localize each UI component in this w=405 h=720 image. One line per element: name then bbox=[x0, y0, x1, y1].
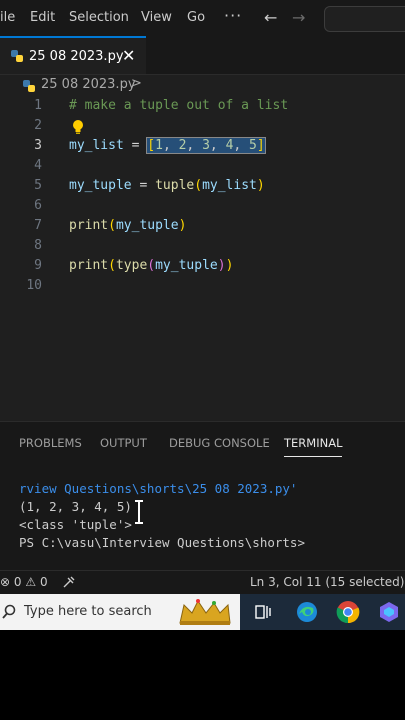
code-text: my_list = [1, 2, 3, 4, 5] bbox=[69, 137, 266, 154]
menu-view[interactable]: View bbox=[141, 10, 172, 25]
python-file-icon bbox=[10, 48, 24, 67]
code-line: 1 # make a tuple out of a list bbox=[0, 96, 405, 116]
error-count: 0 bbox=[13, 575, 22, 589]
python-file-icon bbox=[22, 79, 36, 97]
forward-arrow-icon[interactable]: → bbox=[292, 8, 305, 27]
terminal-line: <class 'tuple'> bbox=[19, 517, 132, 532]
code-line: 6 bbox=[0, 196, 405, 216]
status-bar: ⊗ 0 ⚠ 0 Ln 3, Col 11 (15 selected) bbox=[0, 570, 405, 595]
line-number: 5 bbox=[34, 178, 42, 193]
taskbar-search[interactable]: Type here to search bbox=[0, 594, 240, 630]
line-number: 10 bbox=[26, 278, 42, 293]
code-line: 9 print(type(my_tuple)) bbox=[0, 256, 405, 276]
edge-browser-icon[interactable] bbox=[295, 600, 319, 628]
task-view-icon[interactable] bbox=[254, 603, 272, 625]
app-icon[interactable] bbox=[377, 600, 401, 628]
line-number: 4 bbox=[34, 158, 42, 173]
code-line: 2 bbox=[0, 116, 405, 136]
menu-edit[interactable]: Edit bbox=[30, 10, 55, 25]
tab-debug-console[interactable]: DEBUG CONSOLE bbox=[169, 436, 270, 450]
terminal-output[interactable]: rview Questions\shorts\25 08 2023.py' (1… bbox=[19, 480, 305, 552]
menu-file[interactable]: ile bbox=[0, 10, 15, 25]
command-center-search[interactable] bbox=[324, 6, 405, 32]
code-comment: # make a tuple out of a list bbox=[69, 98, 289, 113]
warning-count: 0 bbox=[39, 575, 48, 589]
code-line: 8 bbox=[0, 236, 405, 256]
line-number: 8 bbox=[34, 238, 42, 253]
status-problems[interactable]: ⊗ 0 ⚠ 0 bbox=[0, 575, 48, 589]
mouse-cursor-icon bbox=[135, 500, 143, 524]
lightbulb-icon[interactable] bbox=[71, 119, 85, 139]
editor-tab-active[interactable]: 25 08 2023.py ✕ bbox=[0, 36, 146, 74]
code-editor[interactable]: 1 # make a tuple out of a list 2 3 my_li… bbox=[0, 96, 405, 421]
code-line: 5 my_tuple = tuple(my_list) bbox=[0, 176, 405, 196]
line-number: 2 bbox=[34, 118, 42, 133]
terminal-line: (1, 2, 3, 4, 5) bbox=[19, 499, 132, 514]
back-arrow-icon[interactable]: ← bbox=[264, 8, 277, 27]
line-number: 3 bbox=[34, 138, 42, 153]
windows-taskbar: Type here to search bbox=[0, 594, 405, 630]
close-tab-icon[interactable]: ✕ bbox=[122, 46, 135, 65]
more-menu-icon[interactable]: ··· bbox=[224, 6, 242, 25]
crown-icon bbox=[176, 597, 234, 630]
warning-icon: ⚠ bbox=[25, 575, 37, 589]
code-text: print(my_tuple) bbox=[69, 218, 187, 233]
line-number: 7 bbox=[34, 218, 42, 233]
code-line: 3 my_list = [1, 2, 3, 4, 5] bbox=[0, 136, 405, 156]
breadcrumb-file[interactable]: 25 08 2023.py bbox=[41, 77, 136, 92]
tab-label: 25 08 2023.py bbox=[29, 49, 124, 64]
code-line: 10 bbox=[0, 276, 405, 296]
vscode-window: ile Edit Selection View Go ··· ← → 25 08… bbox=[0, 0, 405, 630]
menu-go[interactable]: Go bbox=[187, 10, 205, 25]
editor-tab-bar: 25 08 2023.py ✕ bbox=[0, 36, 405, 75]
tab-problems[interactable]: PROBLEMS bbox=[19, 436, 82, 450]
terminal-line: rview Questions\shorts\25 08 2023.py' bbox=[19, 481, 298, 496]
ports-icon[interactable] bbox=[62, 575, 76, 592]
code-line: 4 bbox=[0, 156, 405, 176]
line-number: 9 bbox=[34, 258, 42, 273]
search-placeholder: Type here to search bbox=[24, 604, 152, 619]
line-number: 6 bbox=[34, 198, 42, 213]
terminal-prompt: PS C:\vasu\Interview Questions\shorts> bbox=[19, 535, 305, 550]
chrome-browser-icon[interactable] bbox=[336, 600, 360, 628]
code-line: 7 print(my_tuple) bbox=[0, 216, 405, 236]
tab-terminal[interactable]: TERMINAL bbox=[284, 436, 343, 457]
menu-bar: ile Edit Selection View Go ··· ← → bbox=[0, 0, 405, 36]
code-text: my_tuple = tuple(my_list) bbox=[69, 178, 265, 193]
bottom-panel: PROBLEMS OUTPUT DEBUG CONSOLE TERMINAL r… bbox=[0, 421, 405, 571]
error-icon: ⊗ bbox=[0, 575, 11, 589]
breadcrumb: 25 08 2023.py > bbox=[0, 76, 405, 96]
line-number: 1 bbox=[34, 98, 42, 113]
menu-selection[interactable]: Selection bbox=[69, 10, 129, 25]
cursor-position[interactable]: Ln 3, Col 11 (15 selected) bbox=[250, 575, 404, 589]
search-icon bbox=[2, 604, 18, 624]
tab-output[interactable]: OUTPUT bbox=[100, 436, 147, 450]
code-text: print(type(my_tuple)) bbox=[69, 258, 234, 273]
breadcrumb-separator: > bbox=[131, 76, 142, 91]
